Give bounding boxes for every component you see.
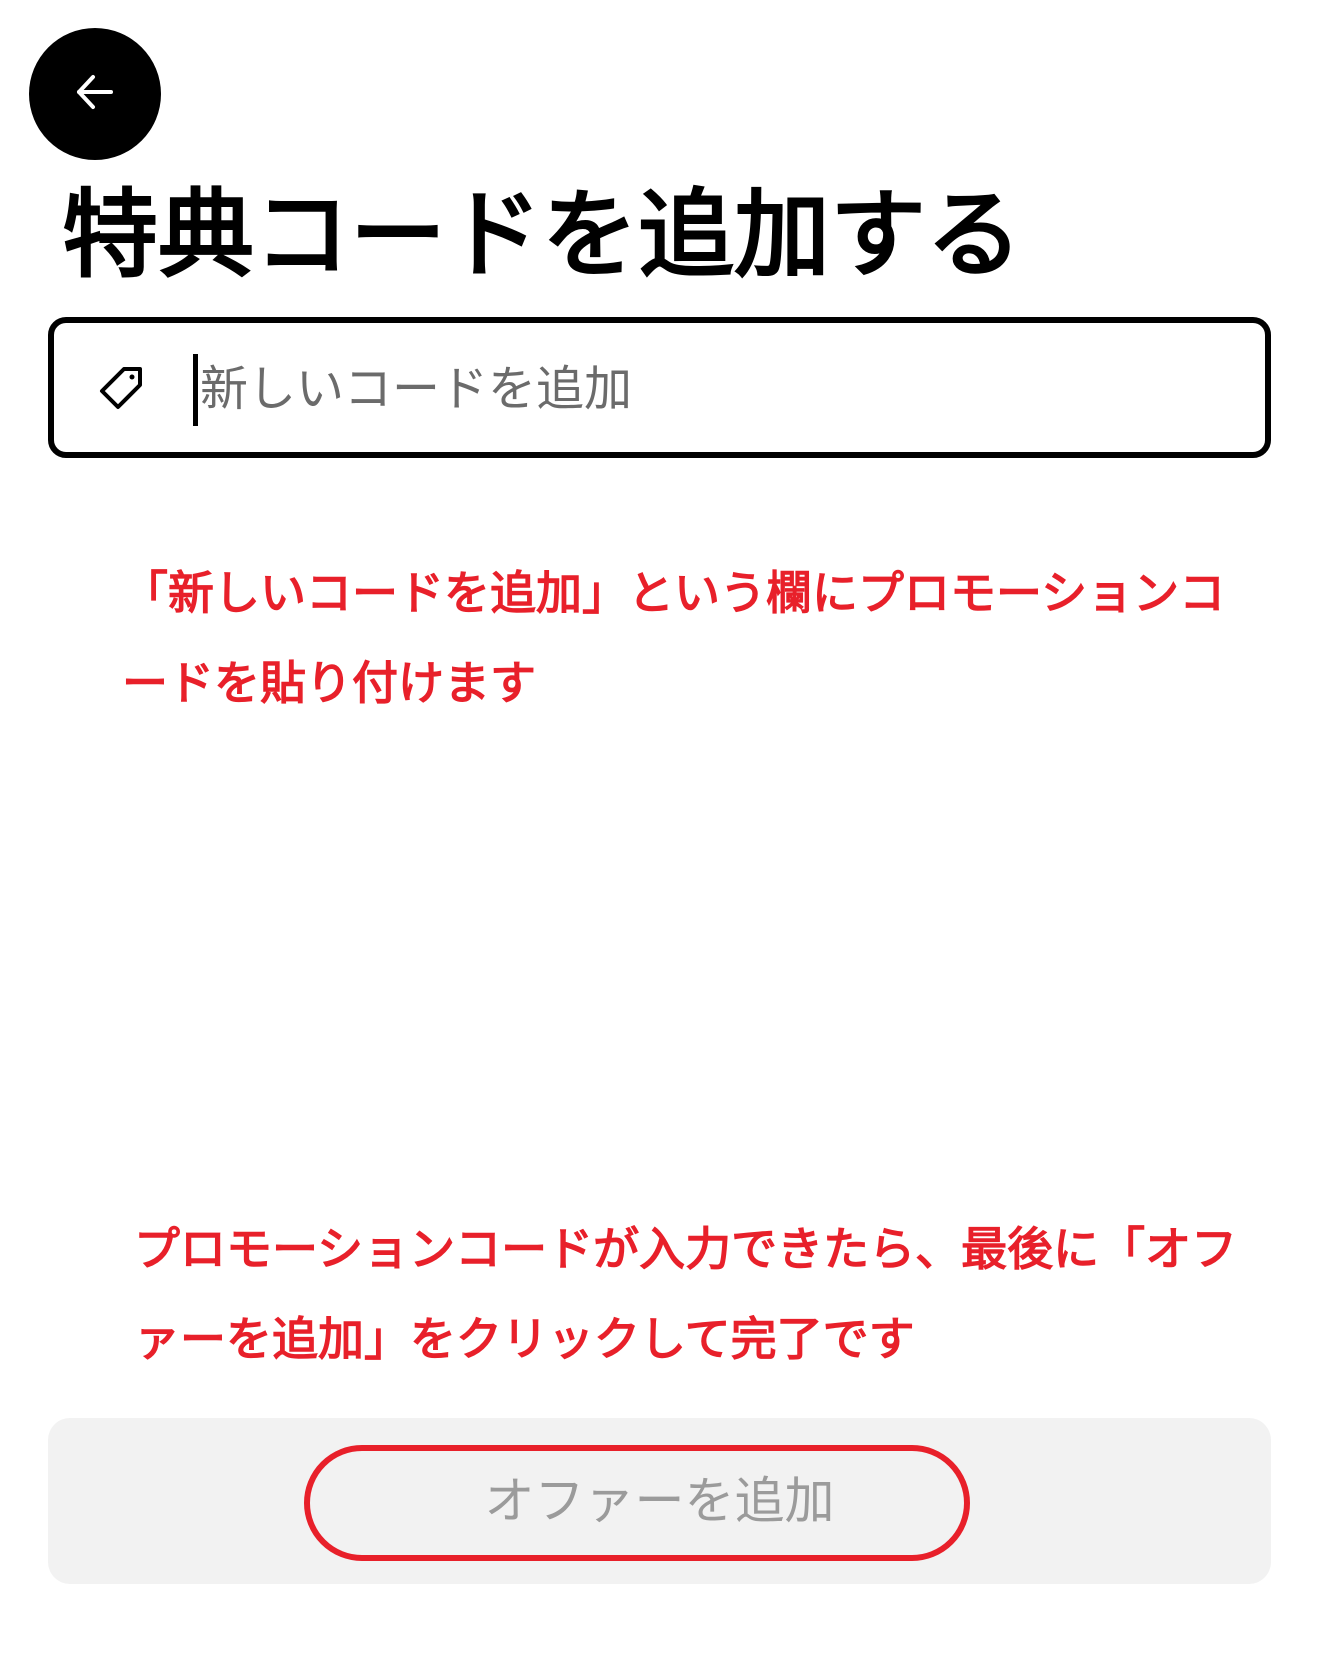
- arrow-left-icon: [71, 68, 119, 120]
- promo-code-field[interactable]: [48, 317, 1271, 458]
- annotation-click-add-offer: プロモーションコードが入力できたら、最後に「オファーを追加」をクリックして完了で…: [134, 1222, 1238, 1366]
- tag-icon: [96, 365, 144, 413]
- back-button[interactable]: [29, 28, 161, 160]
- text-caret: [193, 354, 198, 426]
- page-title: 特典コードを追加する: [62, 179, 1022, 291]
- promo-code-input[interactable]: [200, 345, 1240, 433]
- add-offer-button[interactable]: オファーを追加: [48, 1418, 1271, 1584]
- annotation-paste-code: 「新しいコードを追加」という欄にプロモーションコードを貼り付けます: [122, 566, 1226, 710]
- add-offer-label: オファーを追加: [484, 1472, 835, 1530]
